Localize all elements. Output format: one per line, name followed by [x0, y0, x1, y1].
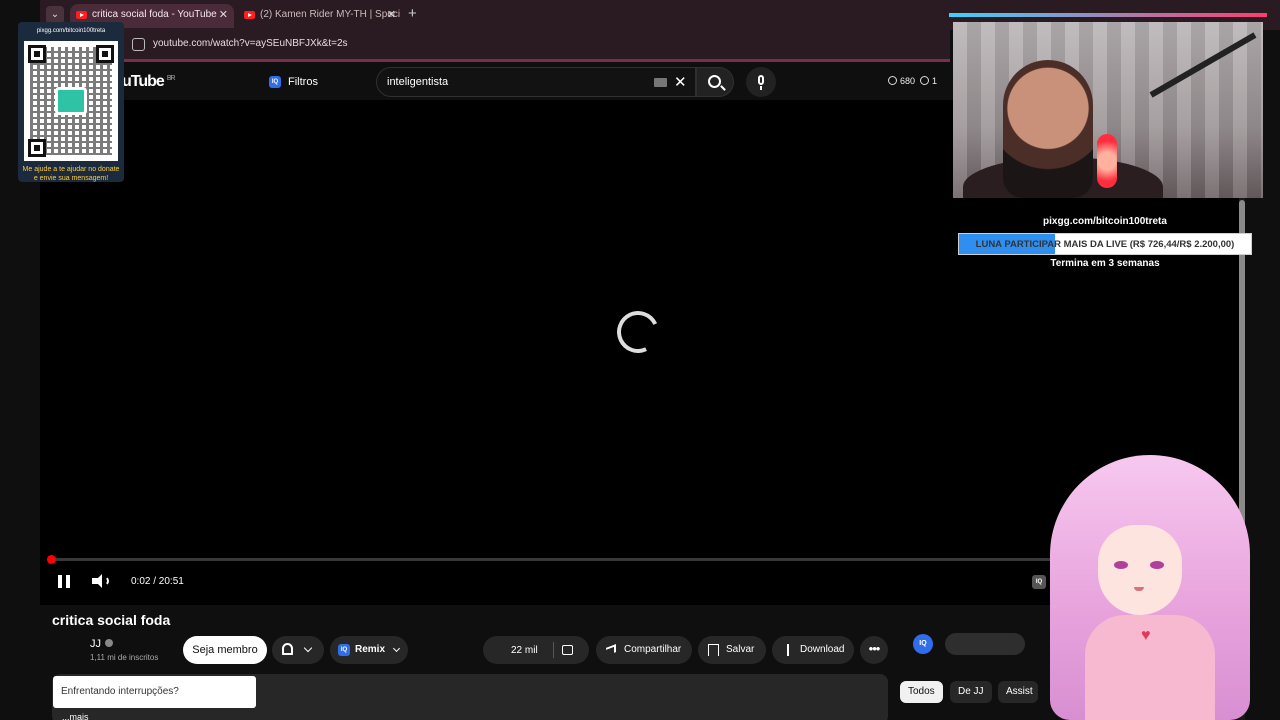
filters-label: Filtros: [288, 76, 318, 88]
webcam-feed: [953, 22, 1263, 198]
dislike-icon[interactable]: [562, 645, 573, 655]
youtube-favicon: [76, 11, 87, 19]
new-tab-button[interactable]: +: [408, 5, 417, 22]
chip-all[interactable]: Todos: [900, 681, 943, 703]
share-icon: [606, 644, 616, 656]
stream-stats: 680 1: [888, 76, 937, 86]
url-text[interactable]: youtube.com/watch?v=aySEuNBFJXk&t=2s: [153, 38, 348, 49]
time-display: 0:02 / 20:51: [131, 576, 184, 587]
microphone: [1097, 134, 1117, 188]
pause-icon[interactable]: [58, 575, 70, 588]
join-button[interactable]: Seja membro: [183, 636, 267, 664]
sound-wave: [101, 576, 109, 586]
qr-url: pixgg.com/bitcoin100treta: [36, 28, 106, 34]
chip-from-channel[interactable]: De JJ: [950, 681, 992, 703]
tab-title: (2) Kamen Rider MY-TH | Speci: [260, 9, 401, 20]
qr-message: Me ajude a te ajudar no donate e envie s…: [22, 166, 120, 182]
stat-viewers: 1: [932, 76, 938, 86]
stat-views: 680: [900, 76, 916, 86]
subscription-button[interactable]: [272, 636, 324, 664]
avatar-outfit: ♥: [1085, 615, 1215, 720]
logo-text: uTube: [122, 73, 165, 90]
tab-close-icon[interactable]: ✕: [219, 4, 228, 26]
clock-icon: [888, 76, 897, 85]
video-title: critica social foda: [52, 612, 171, 628]
tab-close-icon[interactable]: ✕: [387, 4, 396, 26]
logo-region: BR: [166, 74, 176, 82]
voice-search-button[interactable]: [746, 67, 776, 97]
like-dislike-group[interactable]: 22 mil: [483, 636, 589, 664]
filters-button[interactable]: IQ Filtros: [260, 70, 328, 94]
loading-placeholder: [945, 633, 1025, 655]
volume-icon[interactable]: [92, 574, 110, 588]
verified-icon: [105, 639, 113, 647]
goal-text: LUNA PARTICIPAR MAIS DA LIVE (R$ 726,44/…: [975, 239, 1235, 250]
goal-url: pixgg.com/bitcoin100treta: [1043, 216, 1167, 227]
chevron-down-icon: [392, 644, 401, 653]
eye-icon: [920, 76, 930, 85]
download-label: Download: [800, 644, 845, 655]
save-label: Salvar: [726, 644, 755, 655]
clear-search-icon[interactable]: ✕: [674, 73, 687, 91]
more-icon[interactable]: •••: [860, 636, 888, 664]
like-divider: [553, 642, 554, 658]
bell-icon: [282, 643, 293, 655]
keyboard-icon[interactable]: [654, 78, 667, 87]
mic-icon: [758, 75, 764, 85]
channel-name-text[interactable]: JJ: [90, 638, 101, 650]
tune-icon[interactable]: [132, 38, 145, 51]
tab-title: critica social foda - YouTube: [92, 9, 217, 20]
avatar-eye: [1150, 561, 1164, 569]
youtube-logo[interactable]: uTube BR: [122, 73, 176, 91]
chevron-down-icon: [303, 643, 313, 653]
donate-qr-card: pixgg.com/bitcoin100treta Me ajude a te …: [18, 22, 124, 182]
screen: ⌄ critica social foda - YouTube ✕ (2) Ka…: [0, 0, 1280, 720]
bookmark-icon: [708, 644, 719, 656]
browser-tab-inactive[interactable]: (2) Kamen Rider MY-TH | Speci ✕: [238, 4, 402, 28]
iq-sidebar-button[interactable]: IQ: [913, 634, 933, 654]
interruption-prompt[interactable]: Enfrentando interrupções?: [53, 676, 256, 708]
share-label: Compartilhar: [624, 644, 682, 655]
avatar-eye: [1114, 561, 1128, 569]
scrubber-handle[interactable]: [47, 555, 56, 564]
search-input[interactable]: inteligentista ✕: [376, 67, 696, 97]
search-icon: [708, 75, 721, 88]
iq-icon: IQ: [269, 76, 281, 88]
subscriber-count: 1,11 mi de inscritos: [90, 653, 159, 662]
search-button[interactable]: [696, 67, 734, 97]
address-bar-divider: [40, 59, 950, 62]
mic-stand: [760, 86, 762, 90]
search-query[interactable]: inteligentista: [387, 76, 448, 88]
donation-goal-bar: LUNA PARTICIPAR MAIS DA LIVE (R$ 726,44/…: [958, 233, 1252, 255]
share-button[interactable]: Compartilhar: [596, 636, 692, 664]
qr-finder: [28, 45, 46, 63]
like-count[interactable]: 22 mil: [511, 645, 538, 656]
vtuber-avatar: ♥: [1030, 455, 1270, 720]
iq-icon: IQ: [338, 644, 350, 656]
address-bar[interactable]: youtube.com/watch?v=aySEuNBFJXk&t=2s: [40, 30, 950, 60]
qr-finder: [28, 139, 46, 157]
show-more-link[interactable]: ...mais: [62, 712, 89, 720]
remix-label: Remix: [355, 644, 386, 655]
avatar-face: [1098, 525, 1182, 615]
qr-code-icon: [24, 41, 118, 161]
streamer: [1003, 60, 1093, 198]
qr-logo: [55, 87, 87, 115]
heart-icon: ♥: [1141, 627, 1151, 644]
download-button[interactable]: Download: [772, 636, 854, 664]
download-icon: [787, 644, 789, 656]
avatar-mouth: [1134, 587, 1144, 591]
channel-name[interactable]: JJ: [90, 638, 113, 650]
webcam-frame-border: [949, 13, 1267, 17]
save-button[interactable]: Salvar: [698, 636, 766, 664]
remix-button[interactable]: IQ Remix: [330, 636, 408, 664]
qr-finder: [96, 45, 114, 63]
goal-deadline: Termina em 3 semanas: [1050, 258, 1160, 269]
youtube-favicon: [244, 11, 255, 19]
